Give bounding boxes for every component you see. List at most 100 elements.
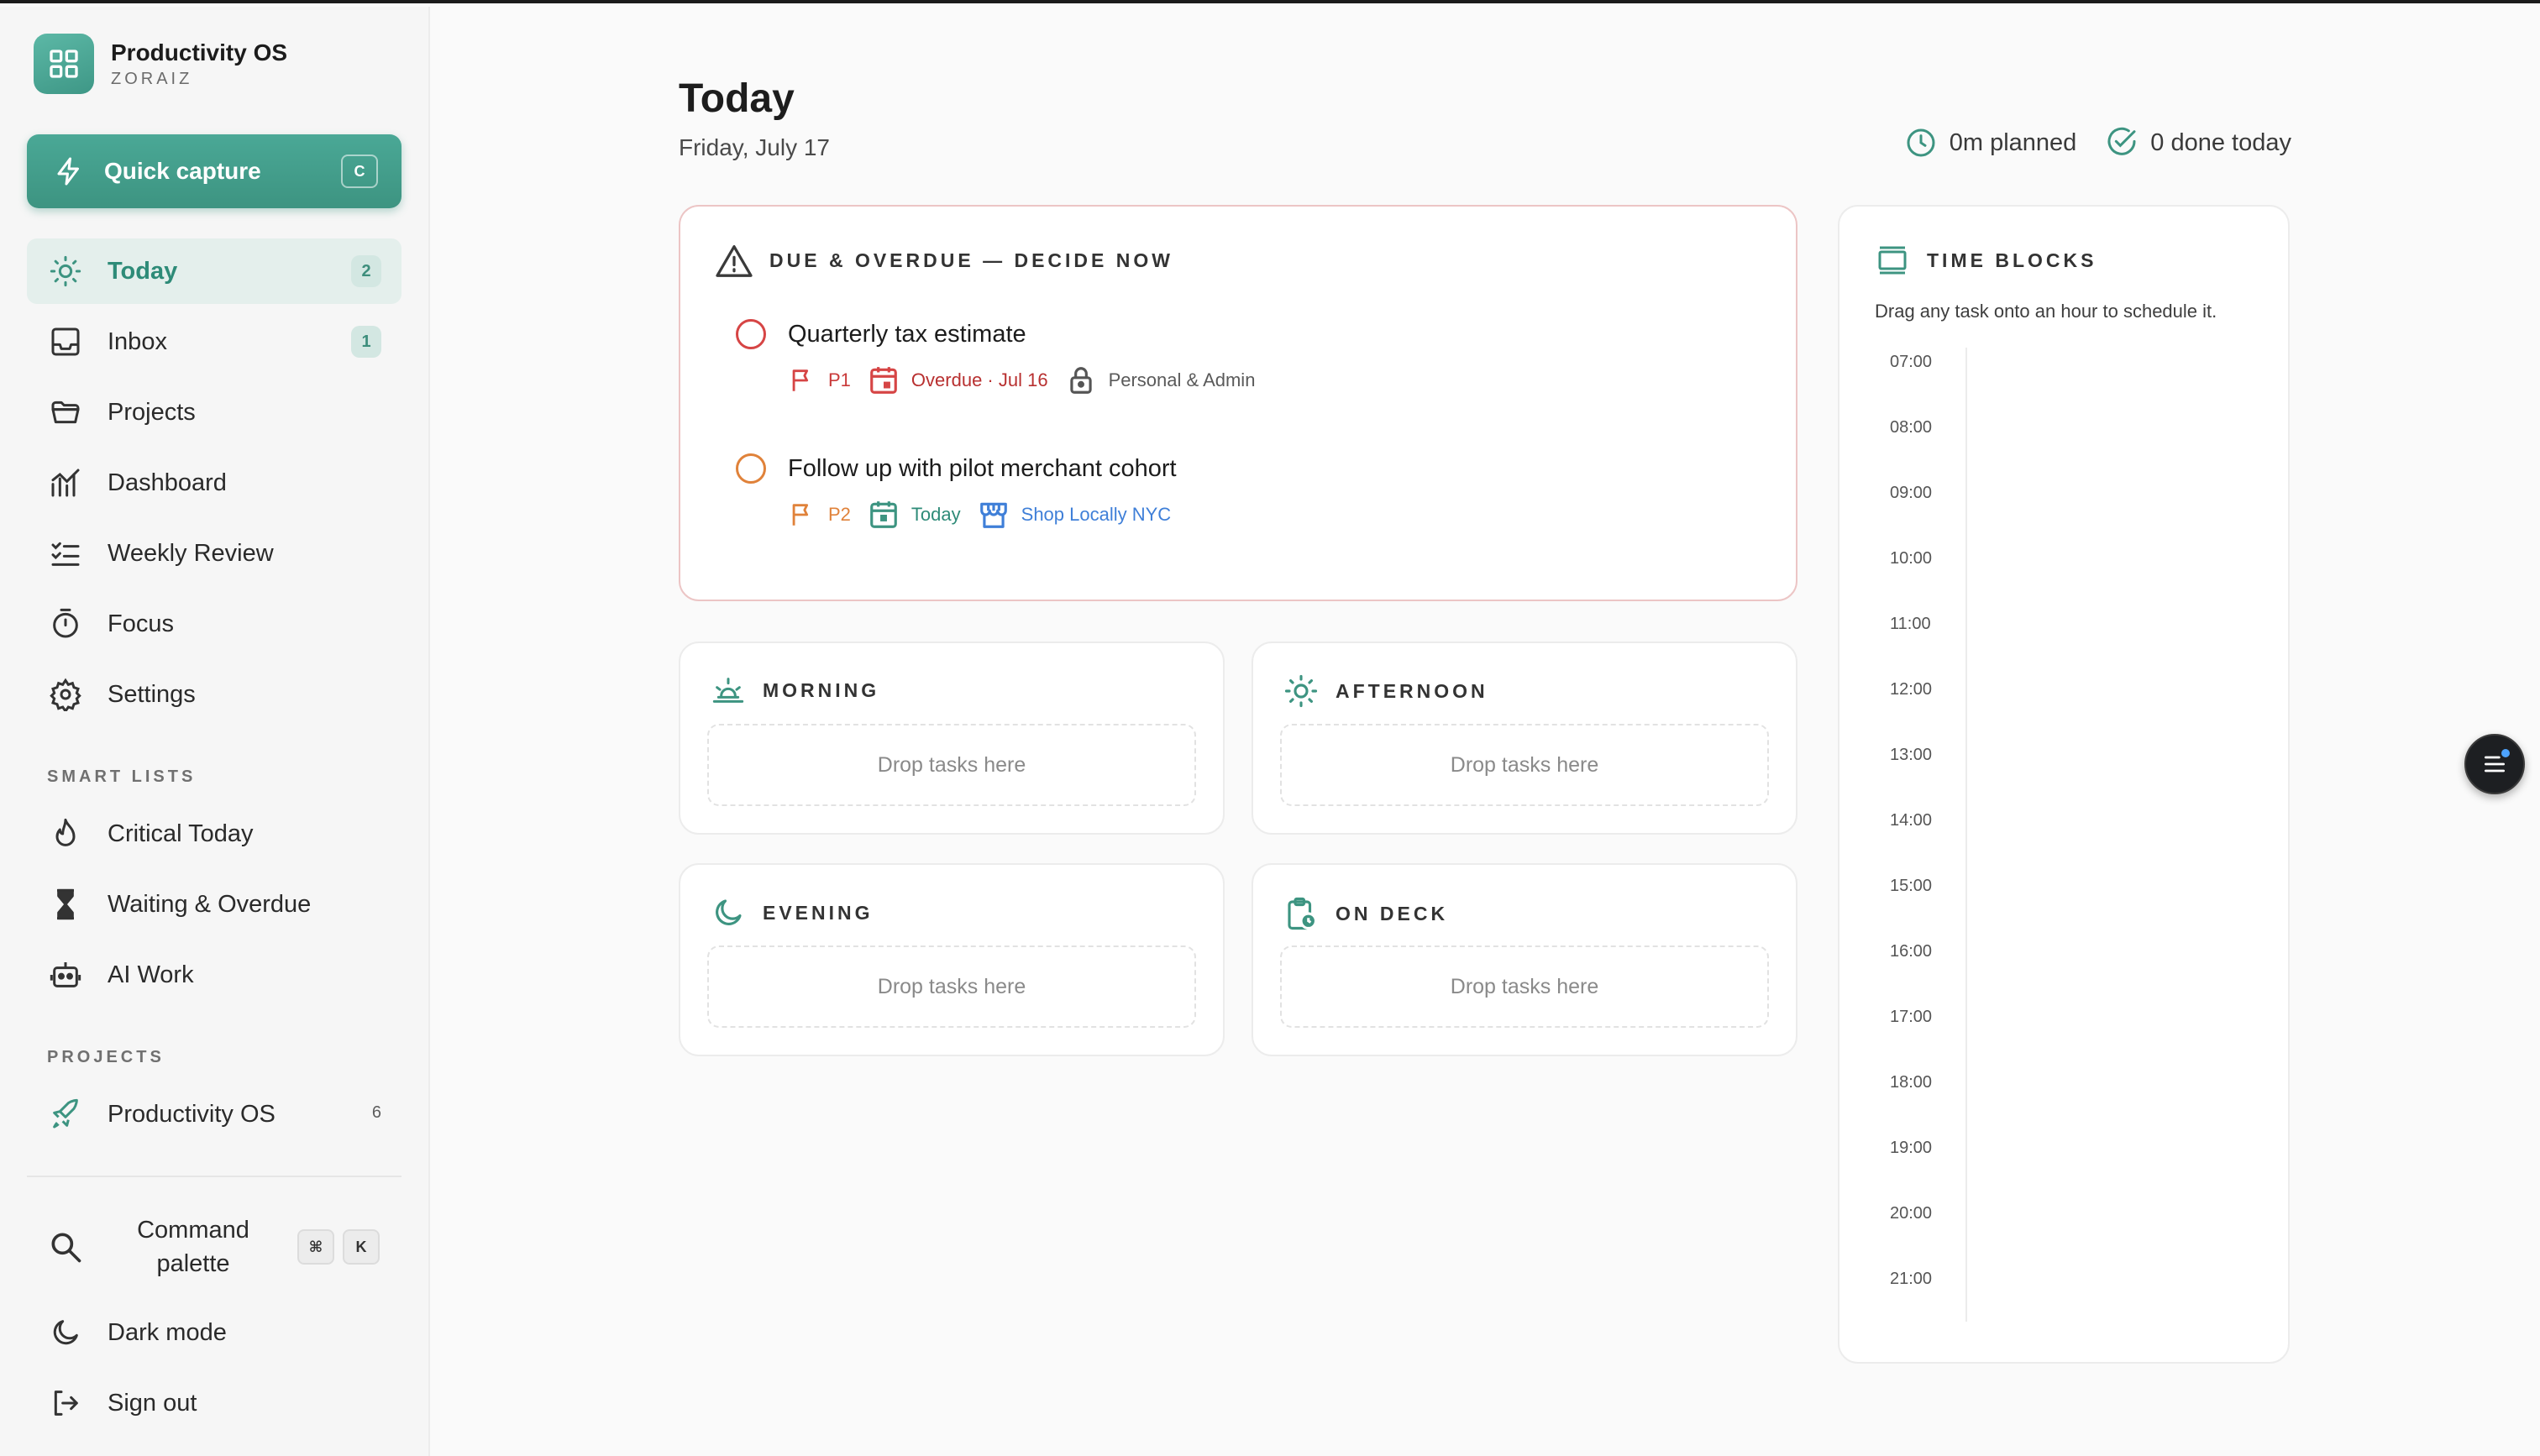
command-palette-label: Command palette xyxy=(137,1217,249,1277)
moon-icon xyxy=(47,1314,84,1351)
done-stat: 0 done today xyxy=(2105,126,2291,160)
time-blocks-panel: TIME BLOCKS Drag any task onto an hour t… xyxy=(1838,205,2290,1364)
hour-label[interactable]: 18:00 xyxy=(1890,1073,1932,1092)
hour-label[interactable]: 20:00 xyxy=(1890,1204,1932,1223)
project-tag: Personal & Admin xyxy=(1065,364,1256,396)
nav-item-dashboard[interactable]: Dashboard xyxy=(27,450,401,516)
hour-label[interactable]: 21:00 xyxy=(1890,1270,1932,1289)
nav-item-inbox[interactable]: Inbox 1 xyxy=(27,309,401,374)
nav-item-settings[interactable]: Settings xyxy=(27,662,401,727)
warning-icon xyxy=(716,245,753,277)
hour-label[interactable]: 13:00 xyxy=(1890,746,1932,765)
sun-icon xyxy=(47,253,84,290)
drop-zone[interactable]: Drop tasks here xyxy=(1280,945,1769,1028)
due-label: Overdue · Jul 16 xyxy=(911,369,1048,390)
flame-icon xyxy=(47,815,84,852)
projects-heading: PROJECTS xyxy=(47,1048,165,1066)
overdue-heading-label: DUE & OVERDUE — DECIDE NOW xyxy=(769,249,1173,271)
nav-label: AI Work xyxy=(108,961,194,988)
nav-item-waiting-overdue[interactable]: Waiting & Overdue xyxy=(27,872,401,937)
nav-label: Today xyxy=(108,257,178,285)
afternoon-bucket: AFTERNOON Drop tasks here xyxy=(1252,642,1797,835)
bucket-label: ON DECK xyxy=(1336,902,1449,924)
sidebar-divider xyxy=(27,1176,401,1177)
nav-label: Waiting & Overdue xyxy=(108,890,312,918)
nav-item-today[interactable]: Today 2 xyxy=(27,238,401,304)
hour-label[interactable]: 09:00 xyxy=(1890,484,1932,503)
hour-label[interactable]: 07:00 xyxy=(1890,353,1932,372)
hour-label[interactable]: 16:00 xyxy=(1890,942,1932,961)
task-checkbox[interactable] xyxy=(736,319,766,349)
hour-label[interactable]: 11:00 xyxy=(1890,615,1931,634)
hour-label[interactable]: 17:00 xyxy=(1890,1008,1932,1027)
task-item[interactable]: Follow up with pilot merchant cohort P2 … xyxy=(736,453,1188,531)
sign-out-icon xyxy=(47,1385,84,1422)
timer-icon xyxy=(47,605,84,642)
chart-icon xyxy=(47,464,84,501)
drop-zone[interactable]: Drop tasks here xyxy=(1280,724,1769,806)
page-title: Today xyxy=(679,76,795,121)
hour-label[interactable]: 19:00 xyxy=(1890,1139,1932,1158)
brand[interactable]: Productivity OS ZORAIZ xyxy=(34,34,287,94)
priority-label: P1 xyxy=(828,369,851,390)
nav-item-critical-today[interactable]: Critical Today xyxy=(27,801,401,867)
project-tag: Shop Locally NYC xyxy=(978,499,1171,531)
task-title: Quarterly tax estimate xyxy=(788,320,1026,348)
clock-icon xyxy=(1907,128,1935,157)
task-item[interactable]: Quarterly tax estimate P1 Overdue · Jul … xyxy=(736,319,1272,396)
moon-icon xyxy=(716,899,742,925)
drop-zone[interactable]: Drop tasks here xyxy=(707,945,1196,1028)
lock-icon xyxy=(1069,367,1092,394)
nav-item-weekly-review[interactable]: Weekly Review xyxy=(27,521,401,586)
nav-badge: 2 xyxy=(351,255,381,287)
checklist-icon xyxy=(47,535,84,572)
project-list: Productivity OS 6 xyxy=(27,1082,401,1152)
due-tag: Today xyxy=(868,499,961,531)
main-nav: Today 2 Inbox 1 Projects Dashboard Weekl… xyxy=(27,238,401,732)
assistant-fab[interactable] xyxy=(2464,734,2525,794)
hourglass-icon xyxy=(47,886,84,923)
quick-capture-label: Quick capture xyxy=(104,158,261,184)
nav-label: Critical Today xyxy=(108,820,254,847)
hour-label[interactable]: 15:00 xyxy=(1890,877,1932,896)
kbd-cmd: ⌘ xyxy=(297,1229,334,1265)
quick-capture-shortcut: C xyxy=(341,155,378,188)
project-label: Personal & Admin xyxy=(1108,369,1256,390)
dark-mode-label: Dark mode xyxy=(108,1318,227,1346)
hour-label[interactable]: 12:00 xyxy=(1890,680,1932,699)
layers-icon xyxy=(1878,246,1907,275)
bolt-icon xyxy=(57,157,79,186)
hour-label[interactable]: 08:00 xyxy=(1890,418,1932,437)
sign-out-button[interactable]: Sign out xyxy=(27,1370,401,1436)
priority-label: P2 xyxy=(828,504,851,525)
notification-dot xyxy=(2501,749,2510,757)
task-checkbox[interactable] xyxy=(736,453,766,484)
drop-zone[interactable]: Drop tasks here xyxy=(707,724,1196,806)
gear-icon xyxy=(47,676,84,713)
bucket-label: MORNING xyxy=(763,678,880,701)
nav-label: Productivity OS xyxy=(108,1100,276,1128)
hour-label[interactable]: 10:00 xyxy=(1890,549,1932,568)
overdue-heading: DUE & OVERDUE — DECIDE NOW xyxy=(716,244,1173,277)
folder-icon xyxy=(47,394,84,431)
nav-item-projects[interactable]: Projects xyxy=(27,380,401,445)
smart-lists: Critical Today Waiting & Overdue AI Work xyxy=(27,801,401,1013)
sun-icon xyxy=(1284,674,1318,708)
command-palette-button[interactable]: Command palette ⌘ K xyxy=(27,1209,401,1285)
done-text: 0 done today xyxy=(2150,128,2291,156)
nav-item-ai-work[interactable]: AI Work xyxy=(27,942,401,1008)
due-label: Today xyxy=(911,504,961,525)
hour-label[interactable]: 14:00 xyxy=(1890,811,1932,830)
bucket-label: EVENING xyxy=(763,901,874,924)
quick-capture-button[interactable]: Quick capture C xyxy=(27,134,401,208)
workspace-name: ZORAIZ xyxy=(111,70,193,88)
brand-name: Productivity OS xyxy=(111,39,288,65)
project-count: 6 xyxy=(371,1103,381,1122)
dark-mode-toggle[interactable]: Dark mode xyxy=(27,1300,401,1365)
project-item-productivity-os[interactable]: Productivity OS 6 xyxy=(27,1082,401,1147)
planned-stat: 0m planned xyxy=(1904,126,2076,160)
morning-bucket: MORNING Drop tasks here xyxy=(679,642,1225,835)
nav-item-focus[interactable]: Focus xyxy=(27,591,401,657)
footer-nav: Dark mode Sign out xyxy=(27,1300,401,1441)
page-date: Friday, July 17 xyxy=(679,134,830,160)
